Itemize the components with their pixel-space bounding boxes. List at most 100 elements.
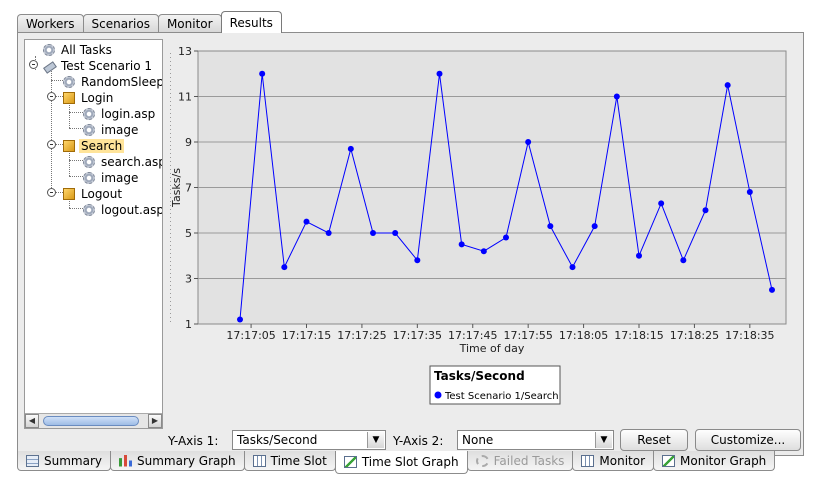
tab-monitor[interactable]: Monitor	[157, 14, 222, 33]
resize-handle-dot	[170, 77, 171, 78]
x-tick-label: 17:17:35	[393, 329, 442, 342]
tree-item-login-image[interactable]: image	[83, 122, 140, 137]
legend-title: Tasks/Second	[434, 369, 525, 383]
tree-item-search-asp[interactable]: search.asp	[83, 154, 162, 169]
tab-workers[interactable]: Workers	[17, 14, 84, 33]
resize-handle-dot	[170, 181, 171, 182]
toggle-test-scenario[interactable]	[29, 60, 38, 69]
resize-handle-dot	[170, 201, 171, 202]
line-chart: 13579111317:17:05 17:17:15 17:17:25 17:17:3…	[170, 45, 787, 405]
resize-handle-dot	[170, 89, 171, 90]
tab-summary-graph[interactable]: Summary Graph	[110, 451, 245, 471]
customize-button[interactable]: Customize...	[695, 429, 801, 451]
line-graph-icon	[662, 454, 676, 467]
x-tick-label: 17:17:15	[282, 329, 331, 342]
reset-button[interactable]: Reset	[620, 429, 688, 451]
data-point	[503, 234, 509, 241]
resize-handle-dot	[170, 237, 171, 238]
x-tick-label: 17:18:35	[725, 329, 774, 342]
data-point	[325, 230, 332, 236]
resize-handle-dot	[170, 301, 171, 302]
y-tick-label: 3	[185, 273, 192, 286]
resize-handle-dot	[170, 225, 171, 226]
tab-monitor-results[interactable]: Monitor	[572, 451, 655, 471]
resize-handle-dot	[170, 209, 171, 210]
tree-horizontal-scrollbar[interactable]: ◀ ▶	[25, 413, 162, 428]
bottom-tab-bar: Summary Summary Graph Time Slot Time Slo…	[17, 451, 776, 475]
y-tick-label: 1	[185, 318, 192, 331]
gear-icon	[83, 107, 95, 120]
scroll-thumb[interactable]	[43, 416, 139, 426]
resize-handle-dot	[170, 285, 171, 286]
resize-handle-dot	[170, 313, 171, 314]
data-point	[591, 223, 598, 230]
grid-icon	[252, 454, 266, 467]
tab-time-slot-graph[interactable]: Time Slot Graph	[334, 451, 468, 474]
resize-handle-dot	[170, 165, 171, 166]
task-tree[interactable]: All Tasks Test Scenario 1 RandomSleep Lo…	[24, 39, 163, 429]
tab-monitor-graph[interactable]: Monitor Graph	[653, 451, 776, 471]
toggle-search[interactable]	[47, 140, 56, 149]
data-point	[547, 223, 554, 230]
resize-handle-dot	[170, 185, 171, 186]
x-tick-label: 17:18:05	[559, 329, 608, 342]
package-icon	[63, 139, 75, 152]
results-panel: All Tasks Test Scenario 1 RandomSleep Lo…	[17, 32, 804, 456]
y-tick-label: 5	[185, 227, 192, 240]
data-point	[370, 230, 376, 236]
gear-icon	[63, 75, 75, 88]
tab-scenarios[interactable]: Scenarios	[82, 14, 159, 33]
tree-item-test-scenario[interactable]: Test Scenario 1	[43, 58, 154, 73]
tree-item-login[interactable]: Login	[63, 90, 115, 105]
data-point	[259, 70, 266, 77]
resize-handle-dot	[170, 85, 171, 86]
line-graph-icon	[343, 456, 357, 468]
resize-handle-dot	[170, 305, 171, 306]
resize-handle-dot	[170, 129, 171, 130]
toggle-logout[interactable]	[47, 188, 56, 197]
data-point	[746, 189, 753, 196]
resize-handle-dot	[170, 249, 171, 250]
tree-item-logout[interactable]: Logout	[63, 186, 124, 201]
data-point	[525, 139, 532, 145]
resize-handle-dot	[170, 133, 171, 134]
package-icon	[63, 91, 75, 104]
tree-item-login-asp[interactable]: login.asp	[83, 106, 157, 121]
tree-item-randomsleep[interactable]: RandomSleep	[63, 74, 162, 89]
scroll-right-button[interactable]: ▶	[148, 414, 162, 428]
tree-item-logout-asp[interactable]: logout.asp	[83, 202, 162, 217]
resize-handle-dot	[170, 177, 171, 178]
resize-handle-dot	[170, 277, 171, 278]
toggle-login[interactable]	[47, 92, 56, 101]
scenario-icon	[43, 60, 55, 72]
gear-icon	[83, 155, 95, 168]
tree-item-all-tasks[interactable]: All Tasks	[43, 42, 114, 57]
resize-handle-dot	[170, 221, 171, 222]
y-axis-1-select[interactable]: Tasks/Second ▼	[232, 430, 386, 450]
resize-handle-dot	[170, 113, 171, 114]
data-point	[702, 207, 709, 214]
scroll-left-button[interactable]: ◀	[25, 414, 39, 428]
resize-handle-dot	[170, 53, 171, 54]
resize-handle-dot	[170, 265, 171, 266]
tab-summary[interactable]: Summary	[17, 451, 111, 471]
time-slot-graph: 1 3 5 7 9 11 13 17:17:05 17:17:15 17:17:25 17:17:3…	[168, 41, 798, 435]
y-tick-label: 13	[178, 45, 192, 58]
tab-results[interactable]: Results	[220, 11, 282, 33]
gear-icon	[83, 171, 95, 184]
resize-handle-dot	[170, 161, 171, 162]
resize-handle-dot	[170, 309, 171, 310]
tab-time-slot[interactable]: Time Slot	[243, 451, 336, 471]
tree-item-search-image[interactable]: image	[83, 170, 140, 185]
tab-failed-tasks[interactable]: Failed Tasks	[466, 451, 574, 471]
resize-handle-dot	[170, 81, 171, 82]
y-axis-2-label: Y-Axis 2:	[393, 434, 444, 448]
resize-handle-dot	[170, 121, 171, 122]
y-axis-2-select[interactable]: None ▼	[457, 430, 614, 450]
data-point	[392, 230, 399, 236]
tree-item-search[interactable]: Search	[63, 138, 125, 153]
chevron-down-icon: ▼	[595, 432, 612, 448]
x-tick-label: 17:18:15	[614, 329, 663, 342]
resize-handle-dot	[170, 321, 171, 322]
resize-handle-dot	[170, 281, 171, 282]
